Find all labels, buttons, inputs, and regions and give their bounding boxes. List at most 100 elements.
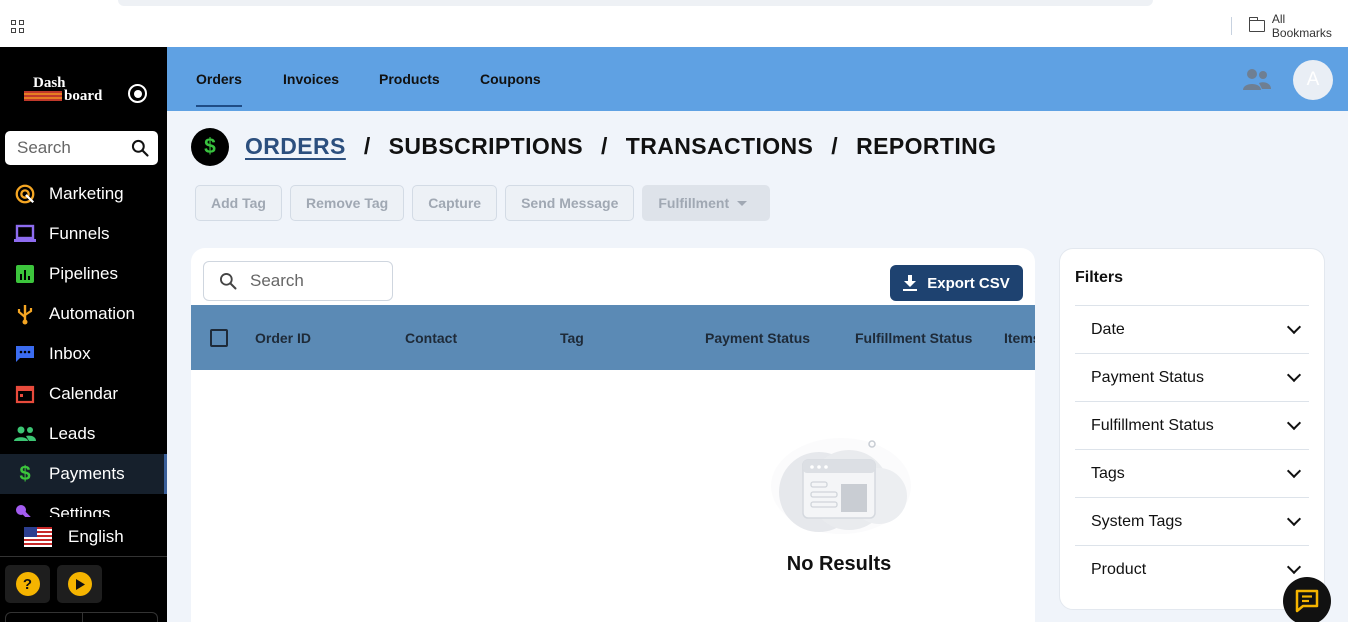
button-label: Capture: [428, 195, 482, 211]
select-all-checkbox[interactable]: [210, 329, 228, 347]
sidebar-item-label: Calendar: [49, 384, 118, 403]
tab-label: Invoices: [283, 71, 340, 87]
orders-search-input[interactable]: Search: [203, 261, 393, 301]
column-order-id[interactable]: Order ID: [255, 305, 311, 370]
breadcrumb-separator: /: [831, 132, 839, 159]
dashboard-logo[interactable]: Dash board: [24, 76, 108, 104]
chevron-down-icon: [1286, 511, 1302, 527]
sidebar-item-label: Inbox: [49, 344, 91, 363]
sidebar-footer: [5, 612, 158, 622]
filter-fulfillment-status[interactable]: Fulfillment Status: [1075, 401, 1309, 449]
apps-grid-icon[interactable]: [11, 20, 24, 33]
button-label: Send Message: [521, 195, 619, 211]
all-bookmarks-button[interactable]: All Bookmarks: [1248, 12, 1348, 40]
filter-label: Fulfillment Status: [1091, 416, 1214, 434]
filter-tags[interactable]: Tags: [1075, 449, 1309, 497]
chevron-down-icon: [1286, 319, 1302, 335]
payments-dollar-icon: $: [191, 128, 229, 166]
bookmarks-bar: All Bookmarks: [0, 0, 1348, 47]
download-icon: [903, 275, 918, 291]
caret-down-icon: [737, 200, 748, 206]
table-header: Order ID Contact Tag Payment Status Fulf…: [191, 305, 1035, 370]
target-icon: [13, 182, 37, 206]
tab-orders[interactable]: Orders: [196, 47, 242, 111]
sidebar-item-automation[interactable]: Automation: [0, 294, 167, 334]
message-icon: [1295, 589, 1319, 613]
button-label: Fulfillment: [658, 195, 730, 211]
sidebar-item-label: Funnels: [49, 224, 110, 243]
filter-date[interactable]: Date: [1075, 305, 1309, 353]
help-button[interactable]: ?: [5, 565, 50, 603]
column-fulfillment-status[interactable]: Fulfillment Status: [855, 305, 972, 370]
tab-coupons[interactable]: Coupons: [480, 47, 541, 111]
sidebar-item-inbox[interactable]: Inbox: [0, 334, 167, 374]
bulk-actions-toolbar: Add Tag Remove Tag Capture Send Message …: [195, 185, 771, 221]
bookmarks-divider: [1231, 17, 1232, 35]
filter-label: Payment Status: [1091, 368, 1204, 386]
sidebar-item-calendar[interactable]: Calendar: [0, 374, 167, 414]
folder-icon: [1248, 17, 1265, 32]
breadcrumb-reporting[interactable]: REPORTING: [856, 133, 996, 160]
tab-invoices[interactable]: Invoices: [283, 47, 339, 111]
filter-system-tags[interactable]: System Tags: [1075, 497, 1309, 545]
laptop-icon: [13, 222, 37, 246]
export-csv-button[interactable]: Export CSV: [890, 265, 1023, 301]
column-contact[interactable]: Contact: [405, 305, 457, 370]
users-icon: [13, 422, 37, 446]
user-avatar[interactable]: A: [1293, 60, 1333, 100]
video-tutorial-button[interactable]: [57, 565, 102, 603]
top-nav-bar: Orders Invoices Products Coupons A: [167, 47, 1348, 111]
empty-state-text: No Results: [786, 553, 892, 575]
search-icon: [131, 139, 149, 157]
send-message-button[interactable]: Send Message: [505, 185, 635, 221]
tab-label: Orders: [196, 71, 242, 87]
empty-state-illustration: [771, 438, 911, 534]
column-tag[interactable]: Tag: [560, 305, 584, 370]
dollar-icon: $: [19, 462, 31, 485]
breadcrumb-orders[interactable]: ORDERS: [245, 133, 346, 160]
filter-product[interactable]: Product: [1075, 545, 1309, 593]
avatar-letter: A: [1306, 69, 1320, 90]
remove-tag-button[interactable]: Remove Tag: [289, 185, 405, 221]
filter-payment-status[interactable]: Payment Status: [1075, 353, 1309, 401]
language-selector[interactable]: English: [0, 517, 167, 557]
capture-button[interactable]: Capture: [412, 185, 498, 221]
team-icon[interactable]: [1242, 66, 1272, 92]
logo-text-line2: board: [64, 88, 103, 104]
sidebar-search-input[interactable]: Search: [5, 131, 158, 165]
column-payment-status[interactable]: Payment Status: [705, 305, 810, 370]
sidebar-item-payments[interactable]: $ Payments: [0, 454, 167, 494]
sidebar-item-label: Marketing: [49, 184, 124, 203]
filter-label: Date: [1091, 320, 1125, 338]
chevron-down-icon: [1286, 559, 1302, 575]
sidebar: Dash board Search Marketing Funnels Pipe…: [0, 47, 167, 622]
chevron-down-icon: [1286, 463, 1302, 479]
breadcrumb-transactions[interactable]: TRANSACTIONS: [626, 133, 814, 160]
sidebar-item-label: Payments: [49, 464, 125, 483]
chat-widget-button[interactable]: [1283, 577, 1331, 622]
help-icon: ?: [15, 572, 40, 596]
us-flag-icon: [24, 526, 52, 547]
filter-label: Tags: [1091, 464, 1125, 482]
breadcrumb-separator: /: [363, 132, 371, 159]
language-label: English: [68, 526, 124, 546]
search-placeholder: Search: [250, 271, 304, 290]
breadcrumb-subscriptions[interactable]: SUBSCRIPTIONS: [389, 133, 583, 160]
sidebar-item-funnels[interactable]: Funnels: [0, 214, 167, 254]
sidebar-item-marketing[interactable]: Marketing: [0, 174, 167, 214]
sidebar-item-leads[interactable]: Leads: [0, 414, 167, 454]
bar-chart-icon: [13, 262, 37, 286]
sidebar-item-pipelines[interactable]: Pipelines: [0, 254, 167, 294]
sidebar-item-label: Automation: [49, 304, 135, 323]
add-tag-button[interactable]: Add Tag: [195, 185, 282, 221]
filters-panel: Filters Date Payment Status Fulfillment …: [1059, 248, 1325, 610]
column-items[interactable]: Items: [1004, 305, 1035, 370]
play-icon: [67, 572, 92, 596]
breadcrumb-separator: /: [600, 132, 608, 159]
filter-label: System Tags: [1091, 512, 1183, 530]
breadcrumb: ORDERS / SUBSCRIPTIONS / TRANSACTIONS / …: [245, 131, 996, 161]
tab-products[interactable]: Products: [379, 47, 440, 111]
fulfillment-dropdown[interactable]: Fulfillment: [642, 185, 771, 221]
sidebar-toggle-icon[interactable]: [128, 84, 147, 103]
sidebar-search-placeholder: Search: [17, 138, 71, 157]
